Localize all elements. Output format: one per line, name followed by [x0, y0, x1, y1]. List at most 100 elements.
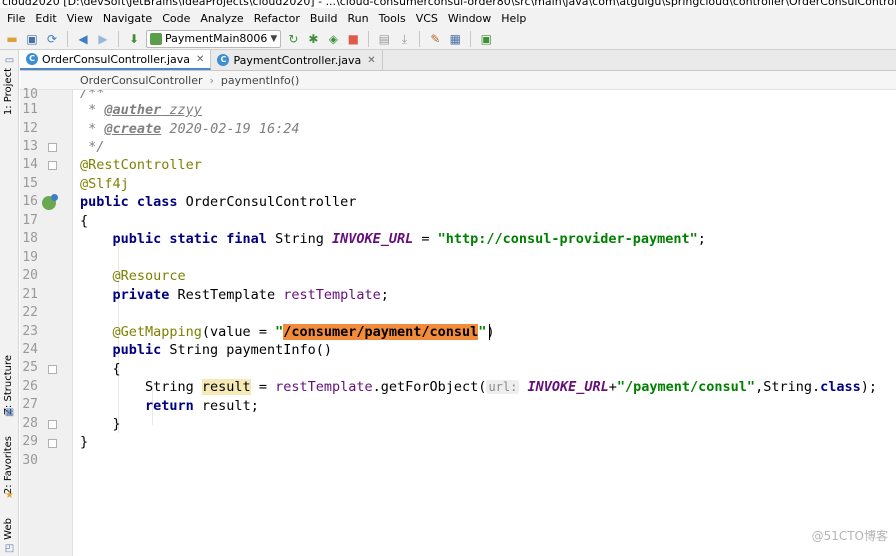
- type: String: [266, 231, 332, 247]
- menu-tools[interactable]: Tools: [374, 12, 411, 25]
- attach-icon[interactable]: ▤: [376, 31, 392, 47]
- brace: }: [80, 416, 121, 432]
- breadcrumb-method[interactable]: paymentInfo(): [221, 74, 299, 87]
- fold-marker-icon[interactable]: [48, 161, 57, 170]
- back-arrow-icon[interactable]: ◀: [75, 31, 91, 47]
- main-toolbar: ▬ ▣ ⟳ ◀ ▶ ⬇ PaymentMain8006 ▼ ↻ ✱ ◈ ■ ▤ …: [0, 28, 896, 50]
- rerun-icon[interactable]: ↻: [285, 31, 301, 47]
- fold-marker-icon[interactable]: [48, 439, 57, 448]
- type: RestTemplate: [169, 287, 284, 303]
- line-number: 28: [22, 416, 38, 431]
- tab-label: OrderConsulController.java: [42, 52, 191, 66]
- tab-label: PaymentController.java: [233, 53, 362, 67]
- keyword: return: [80, 398, 194, 414]
- fold-marker-icon[interactable]: [48, 365, 57, 374]
- toolbar-divider: [470, 30, 472, 47]
- string-literal: "/payment/consul": [616, 379, 756, 395]
- menu-window[interactable]: Window: [443, 12, 496, 25]
- code-text: (value =: [201, 324, 276, 340]
- menu-file[interactable]: File: [2, 12, 30, 25]
- brace: {: [80, 213, 89, 229]
- forward-arrow-icon[interactable]: ▶: [95, 31, 111, 47]
- debug-icon[interactable]: ✱: [305, 31, 321, 47]
- line-number: 30: [22, 453, 38, 468]
- menu-vcs[interactable]: VCS: [411, 12, 443, 25]
- chevron-down-icon: ▼: [270, 33, 278, 44]
- save-icon[interactable]: ▣: [24, 31, 40, 47]
- menu-help[interactable]: Help: [496, 12, 531, 25]
- line-number: 27: [22, 397, 38, 412]
- brace: {: [80, 361, 121, 377]
- line-number: 19: [22, 250, 38, 265]
- code-text: String: [80, 379, 202, 395]
- line-number: 12: [22, 121, 38, 136]
- build-icon[interactable]: ⬇: [126, 31, 142, 47]
- menu-build[interactable]: Build: [305, 12, 343, 25]
- comment: */: [80, 139, 105, 155]
- coverage-icon[interactable]: ◈: [325, 31, 341, 47]
- spring-bean-icon[interactable]: [42, 194, 58, 210]
- star-icon: ★: [5, 490, 14, 501]
- web-icon: ◰: [4, 543, 15, 554]
- class-name: OrderConsulController: [177, 194, 357, 210]
- code-line-28: }: [80, 415, 121, 433]
- menu-view[interactable]: View: [62, 12, 98, 25]
- keyword: public: [80, 342, 162, 358]
- download-icon[interactable]: ⤓: [396, 31, 412, 47]
- annotation: @GetMapping: [80, 324, 202, 340]
- code-line-14: @RestController: [80, 156, 202, 174]
- line-number: 24: [22, 342, 38, 357]
- line-number: 10: [22, 87, 38, 102]
- code-line-12: * @create 2020-02-19 16:24: [80, 120, 299, 138]
- comment: 2020-02-19 16:24: [161, 121, 300, 137]
- menu-code[interactable]: Code: [157, 12, 195, 25]
- code-line-25: {: [80, 360, 121, 378]
- close-icon[interactable]: ✕: [196, 54, 204, 65]
- side-tab-web[interactable]: Web: [3, 518, 14, 540]
- java-class-icon: C: [26, 53, 38, 65]
- menu-run[interactable]: Run: [343, 12, 374, 25]
- run-config-label: PaymentMain8006: [165, 32, 268, 45]
- terminator: ;: [697, 231, 706, 247]
- menu-analyze[interactable]: Analyze: [195, 12, 248, 25]
- code-text: .getForObject(: [372, 379, 487, 395]
- string-literal: "http://consul-provider-payment": [437, 231, 698, 247]
- menu-navigate[interactable]: Navigate: [98, 12, 157, 25]
- open-folder-icon[interactable]: ▬: [4, 31, 20, 47]
- fold-marker-icon[interactable]: [48, 420, 57, 429]
- fold-marker-icon[interactable]: [48, 143, 57, 152]
- sync-icon[interactable]: ⟳: [44, 31, 60, 47]
- operator: =: [413, 231, 438, 247]
- line-number: 18: [22, 231, 38, 246]
- line-number: 29: [22, 434, 38, 449]
- code-line-29: }: [80, 433, 88, 451]
- stop-icon[interactable]: ■: [345, 31, 361, 47]
- wrench-icon[interactable]: ✎: [427, 31, 443, 47]
- constant: INVOKE_URL: [331, 231, 414, 247]
- structure-icon[interactable]: ▦: [447, 31, 463, 47]
- line-number: 16: [22, 194, 38, 209]
- side-tab-structure[interactable]: Z: Structure: [3, 355, 14, 415]
- comment: *: [80, 121, 105, 137]
- code-editor[interactable]: /** * @auther zzyy * @create 2020-02-19 …: [74, 90, 896, 556]
- menu-refactor[interactable]: Refactor: [249, 12, 305, 25]
- terminal-icon[interactable]: ▣: [478, 31, 494, 47]
- code-text: ,String.: [755, 379, 821, 395]
- annotation: @Slf4j: [80, 176, 129, 192]
- keyword: class: [820, 379, 861, 395]
- code-text: result;: [193, 398, 259, 414]
- side-tab-favorites[interactable]: 2: Favorites: [3, 436, 14, 494]
- run-configuration-dropdown[interactable]: PaymentMain8006 ▼: [146, 29, 282, 48]
- keyword: private: [80, 287, 170, 303]
- tab-payment-controller[interactable]: C PaymentController.java ✕: [211, 50, 383, 70]
- tab-order-consul-controller[interactable]: C OrderConsulController.java ✕: [20, 50, 212, 70]
- breadcrumb: OrderConsulController › paymentInfo(): [20, 71, 896, 90]
- menu-edit[interactable]: Edit: [30, 12, 61, 25]
- close-icon[interactable]: ✕: [367, 55, 375, 66]
- javadoc-tag: @auther: [104, 102, 162, 118]
- breadcrumb-class[interactable]: OrderConsulController: [80, 74, 203, 87]
- line-number: 11: [22, 102, 38, 117]
- terminator: );: [860, 379, 877, 395]
- side-tab-project[interactable]: 1: Project: [3, 68, 14, 115]
- comment: /**: [80, 90, 105, 101]
